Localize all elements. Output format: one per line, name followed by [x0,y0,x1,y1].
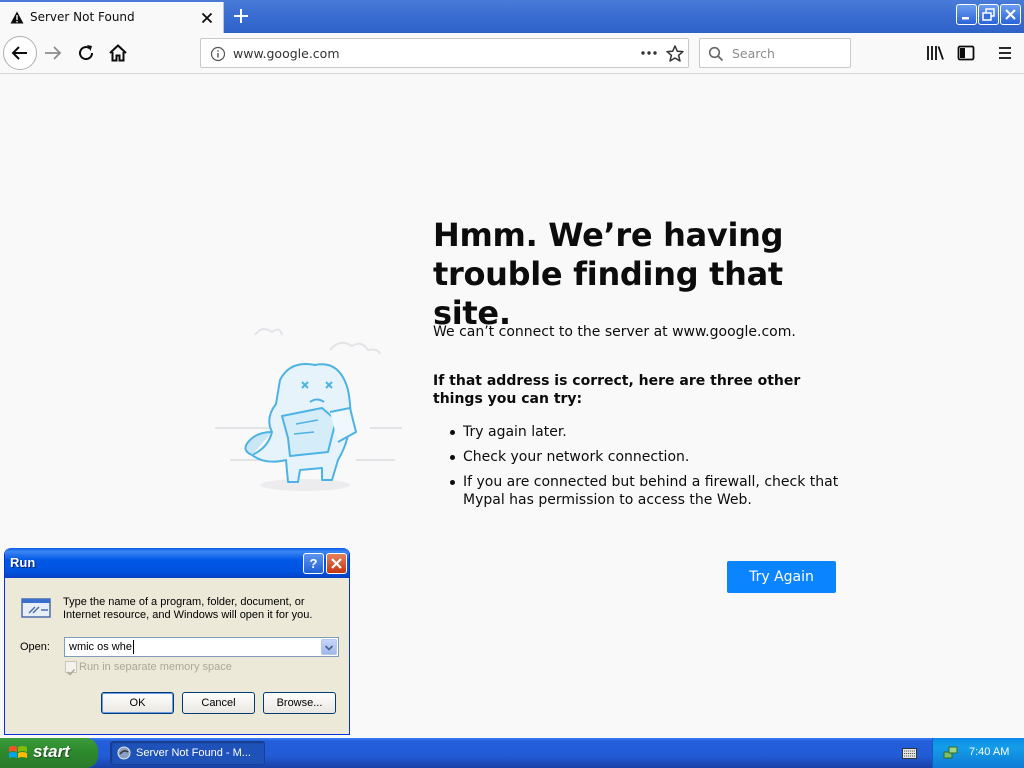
browse-button[interactable]: Browse... [263,692,336,714]
page-actions-icon[interactable] [638,42,660,64]
windows-logo-icon [9,746,27,758]
hamburger-menu-icon[interactable] [994,42,1016,64]
try-again-button[interactable]: Try Again [727,561,836,593]
start-label: start [33,742,70,761]
browser-tab[interactable]: Server Not Found [0,2,224,33]
run-dialog-body: Type the name of a program, folder, docu… [8,578,346,732]
help-button[interactable]: ? [303,553,324,574]
home-icon[interactable] [107,42,129,64]
library-icon[interactable] [924,42,946,64]
warning-icon [10,11,24,24]
dropdown-button[interactable] [321,639,337,655]
system-tray: 7:40 AM [932,738,1024,768]
open-label: Open: [20,641,50,653]
close-dialog-button[interactable] [326,553,347,574]
address-bar[interactable]: www.google.com [200,38,689,68]
list-item: If you are connected but behind a firewa… [449,473,849,509]
run-dialog-title: Run [10,555,36,570]
run-dialog-description: Type the name of a program, folder, docu… [63,596,313,621]
run-program-icon [21,598,51,618]
text-caret [133,640,134,654]
checkmark-icon [66,668,76,676]
search-placeholder: Search [732,46,775,61]
taskbar-item-label: Server Not Found - M... [136,747,251,759]
restore-icon [982,8,995,21]
error-dinosaur-illustration [215,328,402,491]
start-button[interactable]: start [0,738,98,768]
keyboard-icon[interactable] [902,748,917,759]
new-tab-icon[interactable] [230,5,252,27]
run-dialog: Run ? Type the name of a program, folder… [4,548,350,735]
run-separate-memory-label: Run in separate memory space [79,661,232,673]
close-tab-icon[interactable] [199,10,215,26]
taskbar-item-browser[interactable]: Server Not Found - M... [110,741,265,765]
list-item: Check your network connection. [449,448,849,466]
close-icon [331,558,342,569]
sidebar-icon[interactable] [955,42,977,64]
navigation-toolbar: www.google.com Search [0,33,1024,74]
list-item: Try again later. [449,423,849,441]
error-title: Hmm. We’re having trouble finding that s… [433,216,784,332]
open-command-input[interactable]: wmic os whe [64,637,339,657]
restore-button[interactable] [978,4,999,25]
run-dialog-titlebar[interactable]: Run ? [5,548,349,578]
run-separate-memory-checkbox [65,661,77,676]
reload-icon[interactable] [75,42,97,64]
clock: 7:40 AM [969,746,1010,758]
star-icon[interactable] [665,44,685,64]
tab-title: Server Not Found [30,10,135,24]
ok-button[interactable]: OK [101,692,174,714]
error-description: We can’t connect to the server at www.go… [433,324,796,340]
forward-arrow-icon[interactable] [42,42,64,64]
open-command-value[interactable]: wmic os whe [69,641,132,653]
taskbar: start Server Not Found - M... 7:40 AM [0,738,1024,768]
browser-app-icon [117,746,131,760]
browser-tab-strip: Server Not Found [0,0,1024,33]
url-text[interactable]: www.google.com [233,46,340,61]
minimize-icon [962,17,969,20]
network-icon[interactable] [943,745,959,761]
search-bar[interactable]: Search [699,38,851,68]
search-icon [708,46,724,62]
close-icon [1005,9,1016,20]
back-button[interactable] [3,36,37,70]
chevron-down-icon [324,645,334,651]
close-window-button[interactable] [1000,4,1021,25]
back-arrow-icon [11,46,27,60]
error-suggestions-heading: If that address is correct, here are thr… [433,373,801,407]
suggestions-list: Try again later. Check your network conn… [449,423,849,516]
info-icon[interactable] [210,46,226,62]
cancel-button[interactable]: Cancel [182,692,255,714]
minimize-button[interactable] [956,4,977,25]
